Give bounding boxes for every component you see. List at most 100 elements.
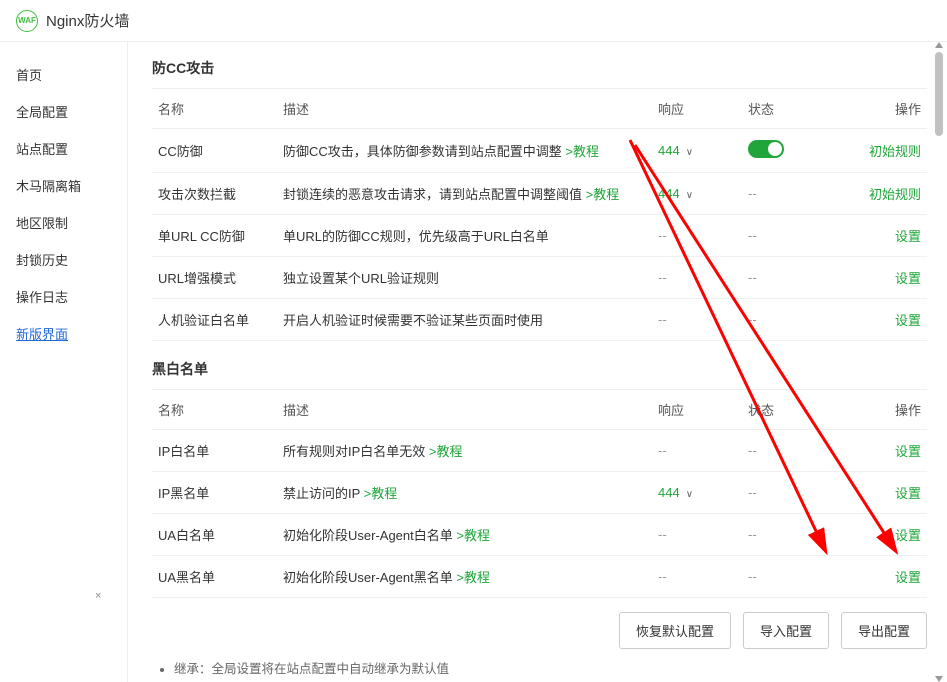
table-row: 攻击次数拦截封锁连续的恶意攻击请求，请到站点配置中调整阈值 >教程444∨--初… [152, 173, 927, 215]
col-status: 状态 [742, 390, 852, 430]
dash: -- [748, 527, 757, 542]
cell-name: IP白名单 [152, 430, 277, 472]
resp-value: 444 [658, 485, 680, 500]
dash: -- [658, 569, 667, 584]
sidebar-item-global[interactable]: 全局配置 [0, 93, 127, 130]
cell-resp: -- [652, 514, 742, 556]
sidebar-item-site[interactable]: 站点配置 [0, 130, 127, 167]
sidebar-item-region[interactable]: 地区限制 [0, 204, 127, 241]
col-op: 操作 [852, 89, 927, 129]
tutorial-link[interactable]: >教程 [364, 486, 398, 501]
export-config-button[interactable]: 导出配置 [841, 612, 927, 649]
tutorial-link[interactable]: >教程 [456, 570, 490, 585]
dash: -- [658, 228, 667, 243]
tutorial-link[interactable]: >教程 [565, 144, 599, 159]
dash: -- [658, 312, 667, 327]
table-row: UA黑名单初始化阶段User-Agent黑名单 >教程 -- -- 设置 [152, 556, 927, 598]
cell-status: -- [742, 514, 852, 556]
app-title: Nginx防火墙 [46, 10, 129, 31]
cell-op: 设置 [852, 257, 927, 299]
col-op: 操作 [852, 390, 927, 430]
dash: -- [658, 270, 667, 285]
chevron-down-icon[interactable]: ∨ [686, 190, 693, 201]
cell-op: 初始规则 [852, 173, 927, 215]
chevron-down-icon[interactable]: ∨ [686, 147, 693, 158]
table-row: IP白名单所有规则对IP白名单无效 >教程----设置 [152, 430, 927, 472]
cell-name: UA黑名单 [152, 556, 277, 598]
col-name: 名称 [152, 89, 277, 129]
op-link[interactable]: 设置 [895, 570, 921, 585]
close-icon[interactable]: × [95, 590, 101, 602]
tutorial-link[interactable]: >教程 [586, 187, 620, 202]
sidebar-item-newui[interactable]: 新版界面 [0, 315, 127, 352]
scrollbar-down-icon[interactable] [935, 676, 943, 682]
cell-resp[interactable]: 444 ∨ [652, 173, 742, 215]
tutorial-link[interactable]: >教程 [456, 528, 490, 543]
cell-name: 人机验证白名单 [152, 299, 277, 341]
button-row: 恢复默认配置 导入配置 导出配置 [152, 612, 927, 649]
dash: -- [748, 569, 757, 584]
op-link[interactable]: 设置 [895, 444, 921, 459]
cell-name: UA白名单 [152, 514, 277, 556]
cell-op: 设置 [852, 430, 927, 472]
cell-status: -- [742, 215, 852, 257]
cell-desc: 防御CC攻击，具体防御参数请到站点配置中调整 >教程 [277, 129, 652, 173]
op-link[interactable]: 设置 [895, 528, 921, 543]
cell-desc: 单URL的防御CC规则，优先级高于URL白名单 [277, 215, 652, 257]
resp-value: 444 [658, 186, 680, 201]
import-config-button[interactable]: 导入配置 [743, 612, 829, 649]
cell-op: 设置 [852, 514, 927, 556]
cell-name: URL增强模式 [152, 257, 277, 299]
op-link[interactable]: 设置 [895, 313, 921, 328]
status-toggle[interactable] [748, 140, 784, 158]
cell-resp: -- [652, 215, 742, 257]
app-header: WAF Nginx防火墙 [0, 0, 947, 42]
dash: -- [748, 485, 757, 500]
table-row: URL增强模式独立设置某个URL验证规则----设置 [152, 257, 927, 299]
cell-op: 初始规则 [852, 129, 927, 173]
dash: -- [658, 527, 667, 542]
cell-status: -- [742, 173, 852, 215]
content-area: 防CC攻击 名称 描述 响应 状态 操作 CC防御防御CC攻击，具体防御参数请到… [128, 42, 947, 682]
section-cc-title: 防CC攻击 [152, 58, 927, 78]
cell-resp[interactable]: 444 ∨ [652, 472, 742, 514]
op-link[interactable]: 设置 [895, 486, 921, 501]
cell-desc: 初始化阶段User-Agent白名单 >教程 [277, 514, 652, 556]
sidebar-item-oplog[interactable]: 操作日志 [0, 278, 127, 315]
cell-op: 设置 [852, 299, 927, 341]
op-link[interactable]: 初始规则 [869, 187, 921, 202]
scrollbar-up-icon[interactable] [935, 42, 943, 48]
sidebar: 首页 全局配置 站点配置 木马隔离箱 地区限制 封锁历史 操作日志 新版界面 × [0, 42, 128, 682]
tutorial-link[interactable]: >教程 [429, 444, 463, 459]
cell-op: 设置 [852, 215, 927, 257]
cell-resp[interactable]: 444 ∨ [652, 129, 742, 173]
chevron-down-icon[interactable]: ∨ [686, 489, 693, 500]
col-name: 名称 [152, 390, 277, 430]
cell-name: 攻击次数拦截 [152, 173, 277, 215]
op-link[interactable]: 初始规则 [869, 144, 921, 159]
restore-default-button[interactable]: 恢复默认配置 [619, 612, 731, 649]
dash: -- [748, 270, 757, 285]
sidebar-item-quarantine[interactable]: 木马隔离箱 [0, 167, 127, 204]
cell-desc: 所有规则对IP白名单无效 >教程 [277, 430, 652, 472]
scrollbar-thumb[interactable] [935, 52, 943, 136]
cell-desc: 初始化阶段User-Agent黑名单 >教程 [277, 556, 652, 598]
sidebar-item-home[interactable]: 首页 [0, 56, 127, 93]
col-status: 状态 [742, 89, 852, 129]
cell-desc: 开启人机验证时候需要不验证某些页面时使用 [277, 299, 652, 341]
op-link[interactable]: 设置 [895, 229, 921, 244]
cell-name: IP黑名单 [152, 472, 277, 514]
col-resp: 响应 [652, 89, 742, 129]
cell-status: -- [742, 299, 852, 341]
table-row: UA白名单初始化阶段User-Agent白名单 >教程 -- -- 设置 [152, 514, 927, 556]
dash: -- [658, 443, 667, 458]
dash: -- [748, 312, 757, 327]
main-container: 首页 全局配置 站点配置 木马隔离箱 地区限制 封锁历史 操作日志 新版界面 ×… [0, 42, 947, 682]
section-bw-title: 黑白名单 [152, 359, 927, 379]
note-inherit: 继承：全局设置将在站点配置中自动继承为默认值 [174, 659, 927, 680]
cell-resp: -- [652, 299, 742, 341]
resp-value: 444 [658, 143, 680, 158]
op-link[interactable]: 设置 [895, 271, 921, 286]
table-row: CC防御防御CC攻击，具体防御参数请到站点配置中调整 >教程444∨初始规则 [152, 129, 927, 173]
sidebar-item-blocklog[interactable]: 封锁历史 [0, 241, 127, 278]
